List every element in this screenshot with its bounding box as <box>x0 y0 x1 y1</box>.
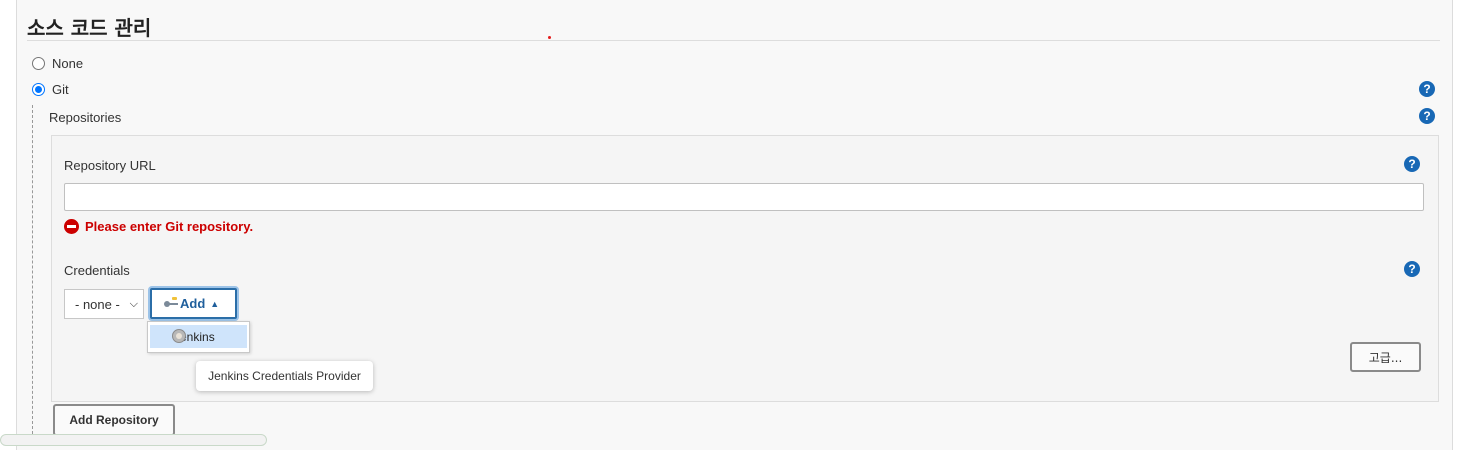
credentials-select[interactable]: - none - ⌵ <box>64 289 144 319</box>
repositories-label: Repositories <box>49 110 122 125</box>
help-icon[interactable]: ? <box>1404 261 1420 277</box>
repository-url-error: Please enter Git repository. <box>64 219 253 234</box>
red-dot <box>548 36 551 39</box>
error-icon <box>64 219 79 234</box>
section-title: 소스 코드 관리 <box>27 16 152 40</box>
add-credentials-label: Add <box>180 296 206 311</box>
title-divider <box>27 40 1440 41</box>
scm-option-none-label: None <box>52 56 84 71</box>
git-section-dashed-border <box>32 105 33 439</box>
radio-none[interactable] <box>32 57 45 70</box>
add-repository-button[interactable]: Add Repository <box>53 404 175 436</box>
caret-up-icon: ▲ <box>210 298 220 309</box>
repository-url-label: Repository URL <box>64 158 156 173</box>
advanced-button[interactable]: 고급... <box>1350 342 1421 372</box>
radio-git[interactable] <box>32 83 45 96</box>
credentials-label: Credentials <box>64 263 130 278</box>
scm-option-git[interactable]: Git <box>32 82 69 97</box>
menu-item-jenkins[interactable]: Jenkins <box>150 325 247 348</box>
add-credentials-button[interactable]: Add ▲ <box>150 288 237 319</box>
chevron-down-icon: ⌵ <box>129 297 138 310</box>
help-icon[interactable]: ? <box>1404 156 1420 172</box>
key-icon <box>164 296 178 308</box>
help-icon[interactable]: ? <box>1419 81 1435 97</box>
repository-url-input[interactable] <box>64 183 1424 211</box>
bottom-status-tab <box>0 434 267 446</box>
scm-option-none[interactable]: None <box>32 56 83 71</box>
help-icon[interactable]: ? <box>1419 108 1435 124</box>
credentials-selected-value: - none - <box>75 296 120 312</box>
tooltip: Jenkins Credentials Provider <box>196 361 373 391</box>
add-credentials-menu: Jenkins <box>147 321 250 353</box>
jenkins-icon <box>172 329 186 343</box>
error-message: Please enter Git repository. <box>85 219 254 234</box>
scm-option-git-label: Git <box>52 82 69 97</box>
